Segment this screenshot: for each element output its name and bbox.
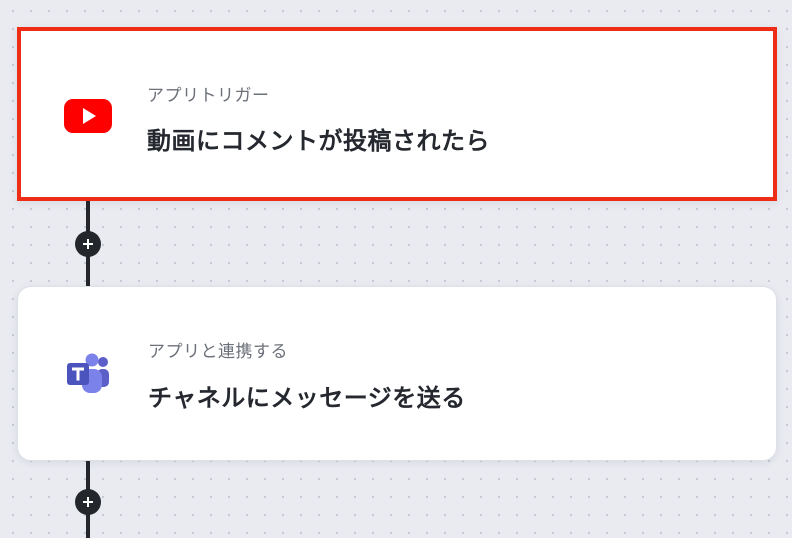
trigger-step-card[interactable]: アプリトリガー 動画にコメントが投稿されたら (17, 27, 777, 201)
step-title: チャネルにメッセージを送る (148, 384, 466, 412)
add-step-button[interactable] (75, 489, 101, 515)
step-type-label: アプリと連携する (148, 342, 288, 362)
step-title: 動画にコメントが投稿されたら (147, 127, 490, 155)
add-step-button[interactable] (75, 231, 101, 257)
plus-icon (83, 239, 93, 249)
plus-icon (83, 497, 93, 507)
action-step-card[interactable]: アプリと連携する チャネルにメッセージを送る (17, 286, 777, 461)
teams-icon (63, 349, 113, 399)
step-type-label: アプリトリガー (147, 86, 270, 106)
youtube-icon (63, 91, 113, 141)
